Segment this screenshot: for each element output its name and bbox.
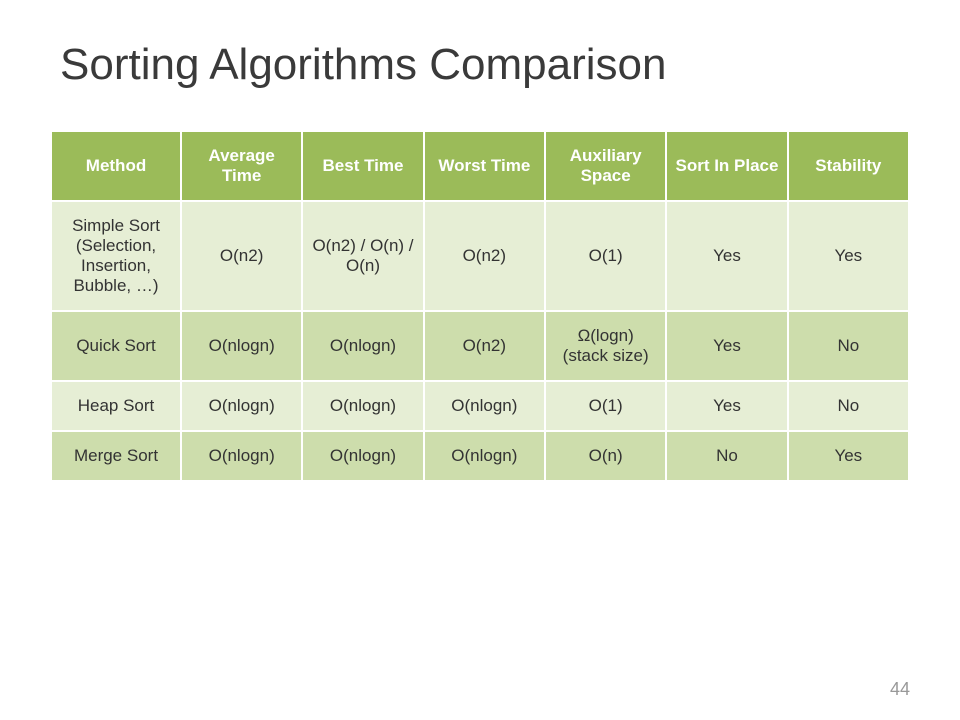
table-row: Heap Sort O(nlogn) O(nlogn) O(nlogn) O(1… <box>51 381 909 431</box>
table-row: Simple Sort (Selection, Insertion, Bubbl… <box>51 201 909 311</box>
cell-inplace: Yes <box>666 381 787 431</box>
cell-aux: Ω(logn) (stack size) <box>545 311 666 381</box>
cell-method: Merge Sort <box>51 431 181 481</box>
cell-aux: O(1) <box>545 201 666 311</box>
cell-worst: O(n2) <box>424 201 545 311</box>
cell-method: Heap Sort <box>51 381 181 431</box>
cell-worst: O(nlogn) <box>424 431 545 481</box>
cell-avg: O(nlogn) <box>181 311 302 381</box>
cell-avg: O(n2) <box>181 201 302 311</box>
header-sort-in-place: Sort In Place <box>666 131 787 201</box>
cell-best: O(nlogn) <box>302 311 423 381</box>
header-worst-time: Worst Time <box>424 131 545 201</box>
page-number: 44 <box>890 679 910 700</box>
cell-avg: O(nlogn) <box>181 431 302 481</box>
table-row: Merge Sort O(nlogn) O(nlogn) O(nlogn) O(… <box>51 431 909 481</box>
header-average-time: Average Time <box>181 131 302 201</box>
cell-stability: Yes <box>788 431 909 481</box>
cell-inplace: No <box>666 431 787 481</box>
table-header-row: Method Average Time Best Time Worst Time… <box>51 131 909 201</box>
cell-stability: No <box>788 311 909 381</box>
cell-method: Quick Sort <box>51 311 181 381</box>
header-method: Method <box>51 131 181 201</box>
cell-aux: O(n) <box>545 431 666 481</box>
cell-stability: Yes <box>788 201 909 311</box>
cell-worst: O(n2) <box>424 311 545 381</box>
cell-inplace: Yes <box>666 311 787 381</box>
comparison-table: Method Average Time Best Time Worst Time… <box>50 130 910 482</box>
cell-method: Simple Sort (Selection, Insertion, Bubbl… <box>51 201 181 311</box>
header-stability: Stability <box>788 131 909 201</box>
cell-aux: O(1) <box>545 381 666 431</box>
header-best-time: Best Time <box>302 131 423 201</box>
cell-best: O(nlogn) <box>302 381 423 431</box>
header-auxiliary-space: Auxiliary Space <box>545 131 666 201</box>
table-row: Quick Sort O(nlogn) O(nlogn) O(n2) Ω(log… <box>51 311 909 381</box>
page-title: Sorting Algorithms Comparison <box>60 40 910 90</box>
cell-best: O(nlogn) <box>302 431 423 481</box>
cell-inplace: Yes <box>666 201 787 311</box>
cell-avg: O(nlogn) <box>181 381 302 431</box>
cell-best: O(n2) / O(n) / O(n) <box>302 201 423 311</box>
cell-worst: O(nlogn) <box>424 381 545 431</box>
cell-stability: No <box>788 381 909 431</box>
